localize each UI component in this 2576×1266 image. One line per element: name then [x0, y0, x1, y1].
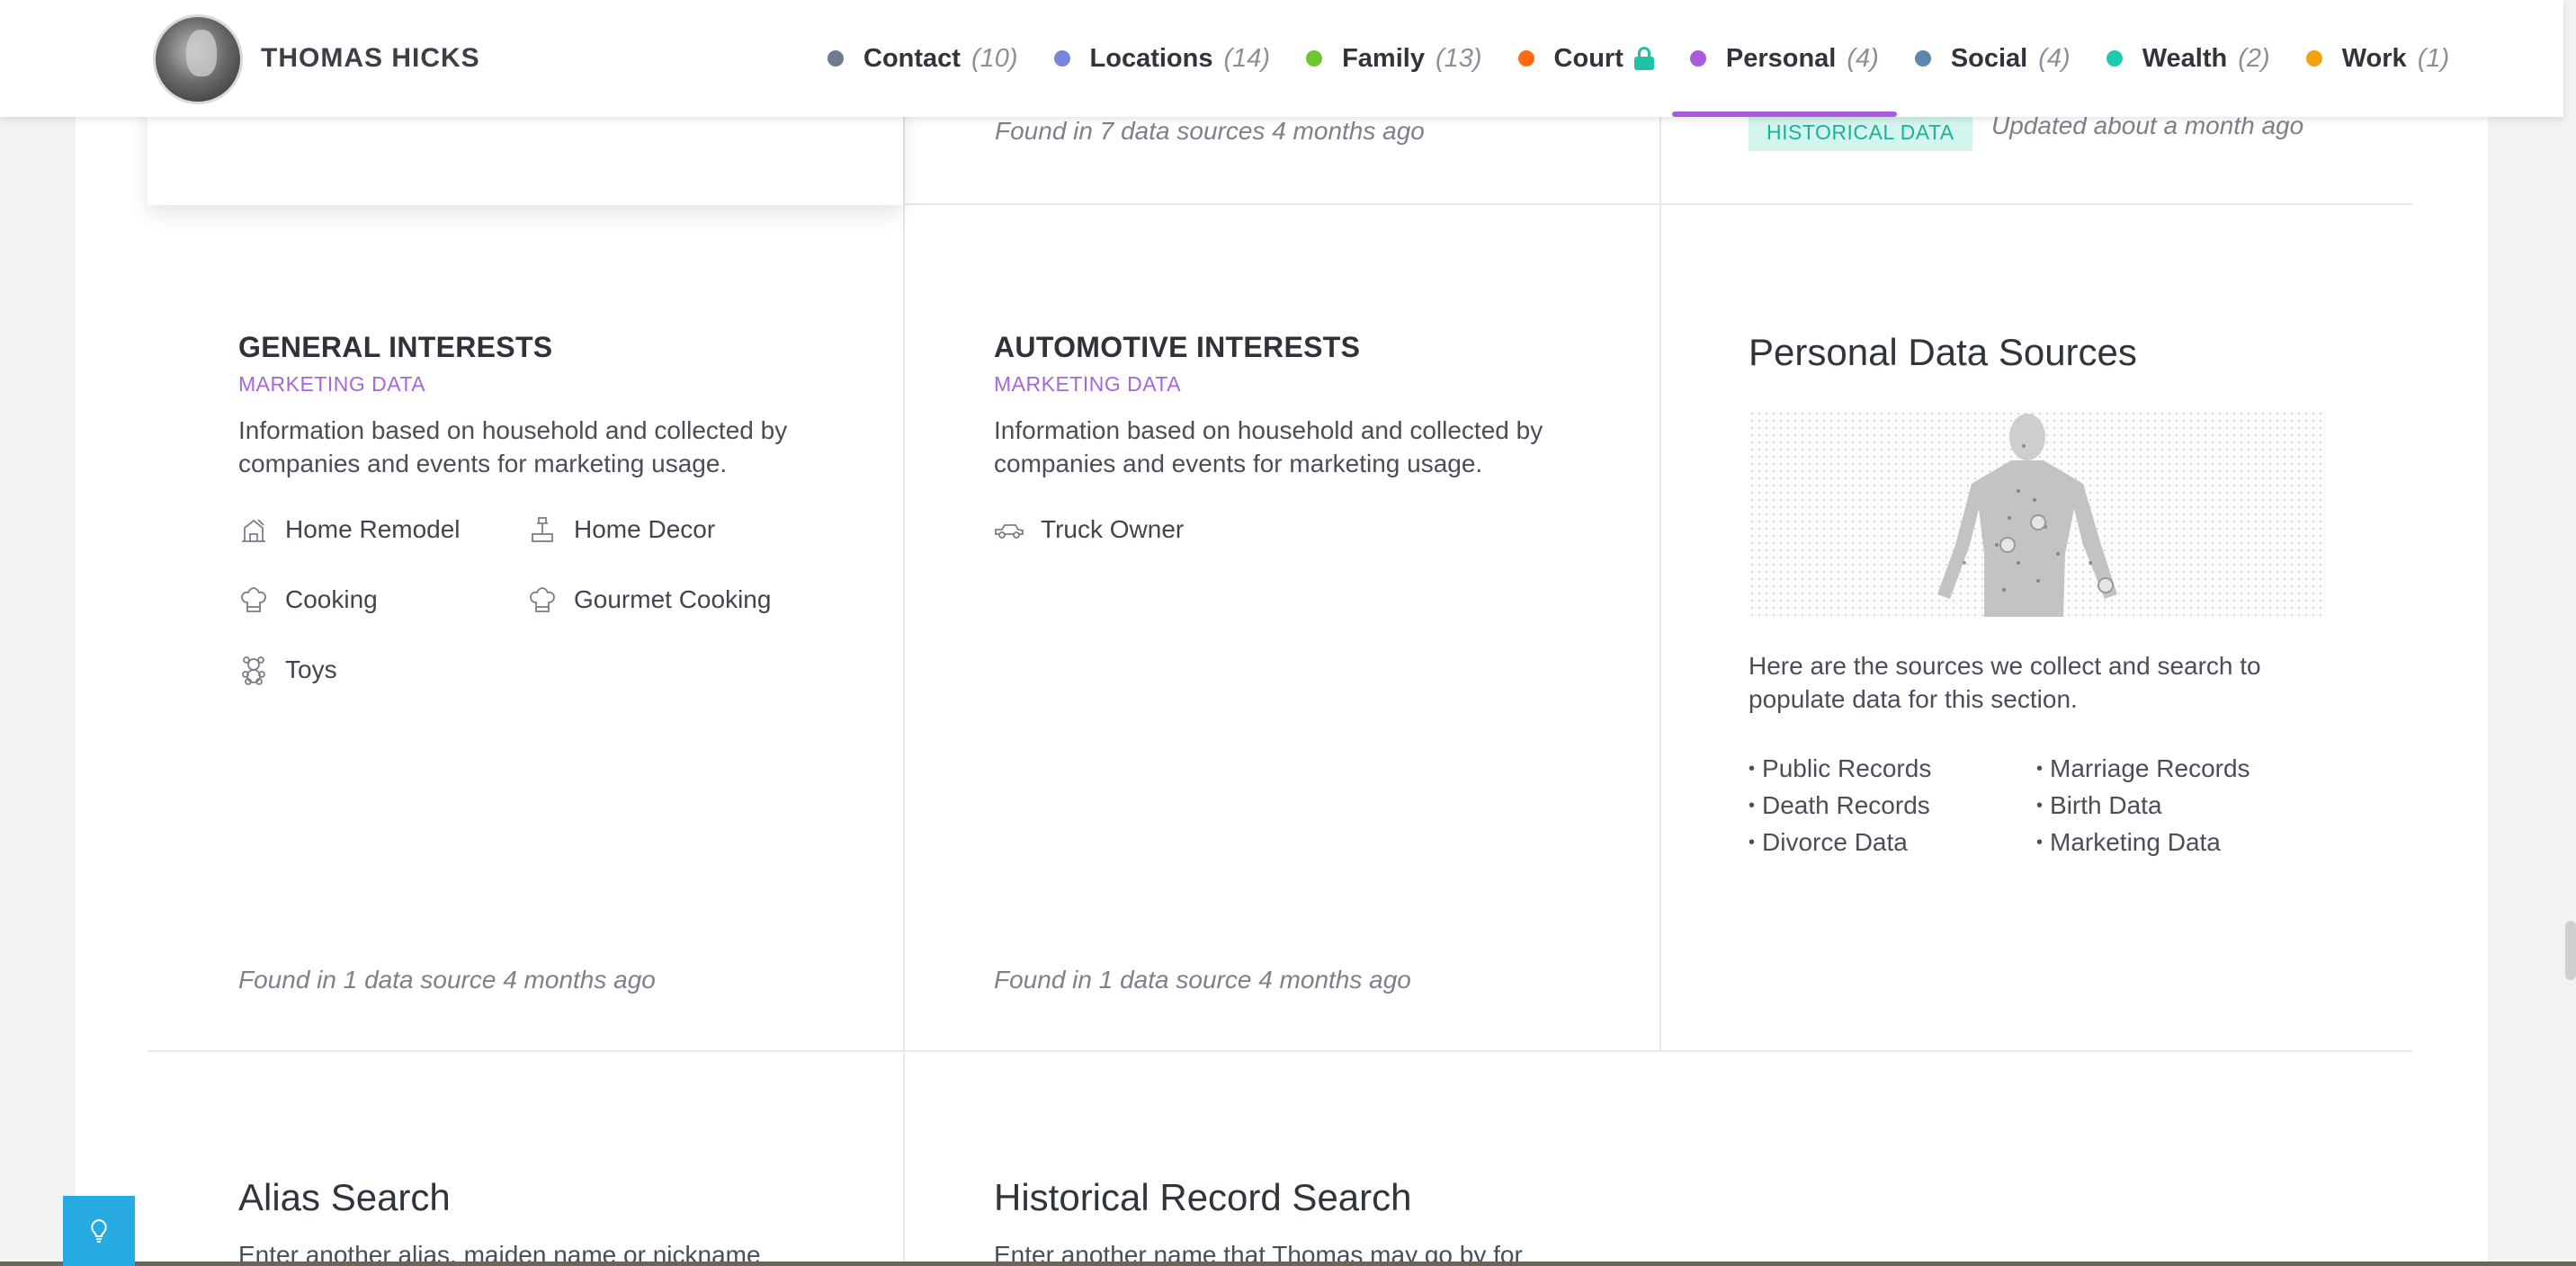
found-in-sources-text: Found in 1 data source 4 months ago [994, 966, 1411, 994]
grid-divider [903, 203, 2412, 205]
nav-tab-count: (4) [1847, 43, 1879, 73]
interest-label: Home Remodel [285, 515, 461, 543]
nav-tab-count: (14) [1223, 43, 1271, 73]
profile-header: THOMAS HICKS Contact (10) Locations (14)… [0, 0, 2563, 117]
nav-tab-count: (2) [2238, 43, 2270, 73]
teddy-bear-icon [242, 656, 265, 685]
nav-tab-social[interactable]: Social (4) [1897, 0, 2089, 117]
general-interests-description: Information based on household and colle… [238, 414, 787, 480]
interest-item: Cooking [238, 584, 378, 615]
nav-tab-wealth[interactable]: Wealth (2) [2089, 0, 2288, 117]
status-dot-icon [1306, 50, 1323, 67]
nav-tab-label: Social [1950, 43, 2028, 73]
interest-item: Toys [238, 655, 337, 685]
nav-tab-label: Contact [863, 43, 961, 73]
avatar[interactable] [153, 14, 243, 104]
nav-tab-count: (4) [2038, 43, 2071, 73]
nav-tab-label: Personal [1725, 43, 1837, 73]
found-in-sources-text: Found in 7 data sources 4 months ago [995, 117, 1425, 145]
interest-label: Cooking [285, 585, 378, 613]
data-source-list: Marriage Records Birth Data Marketing Da… [2036, 752, 2250, 862]
interest-item: Home Decor [527, 514, 715, 545]
lightbulb-icon [91, 1218, 107, 1243]
nav-tab-label: Wealth [2142, 43, 2228, 73]
description-line: Information based on household and colle… [238, 416, 788, 444]
data-source-item: Marketing Data [2036, 825, 2250, 862]
description-line: companies and events for marketing usage… [238, 450, 728, 477]
nav-tab-locations[interactable]: Locations (14) [1036, 0, 1289, 117]
automotive-interests-title: AUTOMOTIVE INTERESTS [994, 331, 1361, 363]
nav-tab-personal[interactable]: Personal (4) [1671, 0, 1897, 117]
grid-divider [1659, 117, 1661, 1052]
general-interests-subtitle: MARKETING DATA [238, 372, 426, 396]
alias-search-title: Alias Search [238, 1176, 451, 1218]
nav-tab-label: Court [1553, 43, 1623, 73]
automotive-interests-subtitle: MARKETING DATA [994, 372, 1182, 396]
home-decor-icon [532, 517, 553, 542]
interest-item: Gourmet Cooking [527, 584, 771, 615]
interest-label: Toys [285, 655, 337, 683]
description-line: companies and events for marketing usage… [994, 450, 1483, 477]
status-dot-icon [2305, 50, 2322, 67]
status-dot-icon [1053, 50, 1070, 67]
home-remodel-icon [242, 519, 265, 542]
historical-data-badge: HISTORICAL DATA [1749, 113, 1972, 151]
nav-tab-label: Family [1342, 43, 1425, 73]
body-scan-illustration [1749, 410, 2326, 617]
truck-icon [995, 524, 1024, 539]
status-dot-icon [1517, 50, 1534, 67]
data-source-list: Public Records Death Records Divorce Dat… [1749, 752, 1931, 862]
found-in-sources-text: Found in 1 data source 4 months ago [238, 966, 656, 994]
historical-record-search-title: Historical Record Search [994, 1176, 1412, 1218]
description-line: populate data for this section. [1749, 685, 2078, 713]
interest-label: Gourmet Cooking [574, 585, 772, 613]
data-source-item: Birth Data [2036, 789, 2250, 825]
personal-data-sources-title: Personal Data Sources [1749, 331, 2137, 373]
nav-tab-family[interactable]: Family (13) [1288, 0, 1499, 117]
nav-tab-label: Work [2341, 43, 2407, 73]
interest-item: Truck Owner [994, 514, 1184, 545]
interest-label: Home Decor [574, 515, 716, 543]
general-interests-title: GENERAL INTERESTS [238, 331, 553, 363]
nav-tab-count: (10) [970, 43, 1018, 73]
interest-item: Home Remodel [238, 514, 461, 545]
person-name: THOMAS HICKS [261, 43, 480, 73]
data-source-item: Marriage Records [2036, 752, 2250, 789]
bottom-edge [0, 1262, 2576, 1266]
status-dot-icon [2106, 50, 2123, 67]
nav-tab-label: Locations [1089, 43, 1213, 73]
grid-divider [903, 117, 905, 1266]
nav-tab-count: (13) [1435, 43, 1482, 73]
personal-data-sources-description: Here are the sources we collect and sear… [1749, 649, 2324, 716]
human-figure-icon [1937, 414, 2117, 617]
automotive-interests-description: Information based on household and colle… [994, 414, 1543, 480]
nav-tab-count: (1) [2417, 43, 2450, 73]
nav-tab-work[interactable]: Work (1) [2288, 0, 2467, 117]
lock-icon [1633, 47, 1654, 70]
chef-hat-icon [241, 587, 266, 612]
status-dot-icon [1689, 50, 1706, 67]
status-dot-icon [1914, 50, 1931, 67]
help-button[interactable] [63, 1196, 135, 1266]
nav-tab-court[interactable]: Court [1500, 0, 1672, 117]
grid-divider [148, 1050, 2412, 1052]
nav-tab-contact[interactable]: Contact (10) [809, 0, 1036, 117]
description-line: Here are the sources we collect and sear… [1749, 652, 2261, 680]
interest-label: Truck Owner [1041, 515, 1185, 543]
section-nav: Contact (10) Locations (14) Family (13) … [809, 0, 2467, 117]
data-source-item: Death Records [1749, 789, 1931, 825]
description-line: Information based on household and colle… [994, 416, 1543, 444]
scrollbar-thumb[interactable] [2565, 921, 2576, 980]
chef-hat-icon [530, 587, 555, 612]
data-source-item: Public Records [1749, 752, 1931, 789]
data-source-item: Divorce Data [1749, 825, 1931, 862]
status-dot-icon [827, 50, 844, 67]
